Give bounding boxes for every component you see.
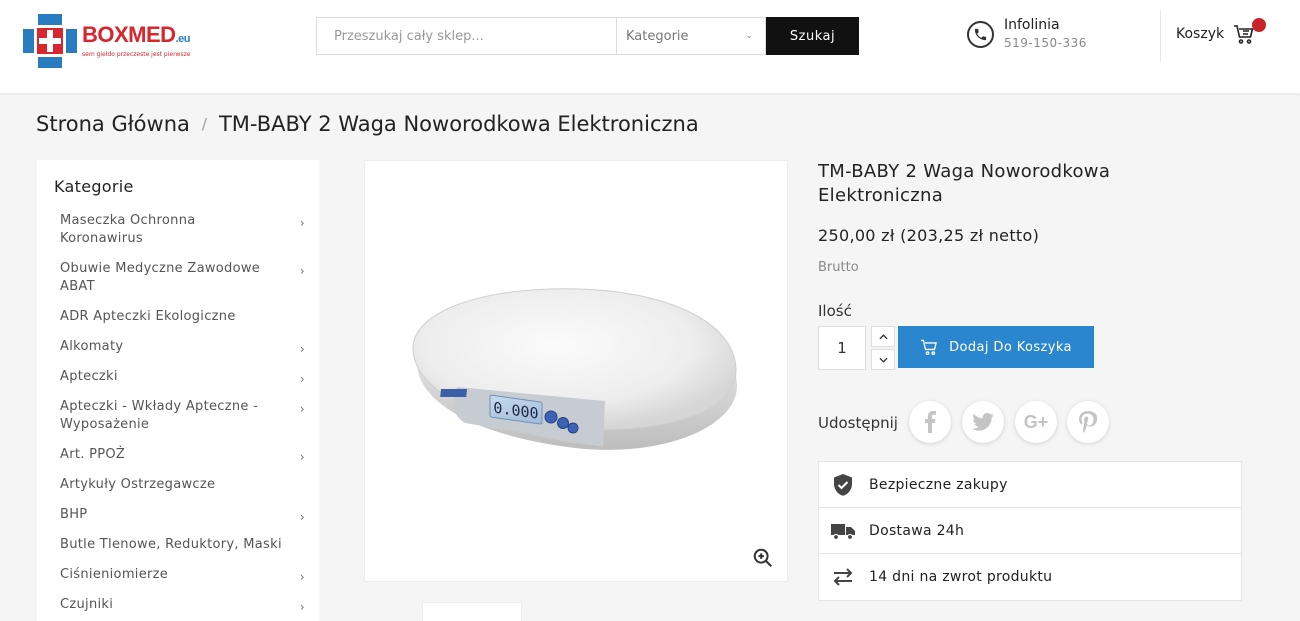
chevron-right-icon[interactable]: › xyxy=(300,568,305,586)
sidebar-item-ostrzegawcze[interactable]: Artykuły Ostrzegawcze xyxy=(60,476,305,494)
search-bar: Przeszukaj cały sklep... Kategorie ⌄ Szu… xyxy=(316,17,859,55)
benefit-label: Dostawa 24h xyxy=(869,522,965,539)
sidebar-item-label: Apteczki - Wkłady Apteczne - Wyposażenie xyxy=(60,399,259,432)
product-price: 250,00 zł (203,25 zł netto) xyxy=(818,226,1040,245)
baby-scale-illustration: 0.000 xyxy=(412,288,737,450)
search-button[interactable]: Szukaj xyxy=(766,17,859,55)
benefit-item: 14 dni na zwrot produktu xyxy=(819,554,1241,600)
sidebar-item-label: BHP xyxy=(60,507,88,522)
sidebar-item-label: Maseczka Ochronna Koronawirus xyxy=(60,213,196,246)
hotline: Infolinia 519-150-336 xyxy=(967,16,1087,52)
product-thumbnail[interactable] xyxy=(422,602,522,621)
cart-count-badge xyxy=(1252,18,1266,32)
phone-icon xyxy=(967,20,994,48)
cart-label: Koszyk xyxy=(1176,26,1225,42)
sidebar-item-alkomaty[interactable]: Alkomaty › xyxy=(60,338,305,356)
breadcrumb-home[interactable]: Strona Główna xyxy=(36,112,190,136)
chevron-right-icon[interactable]: › xyxy=(300,340,305,358)
breadcrumb-separator: / xyxy=(201,115,207,133)
zoom-icon[interactable] xyxy=(752,547,774,569)
chevron-right-icon[interactable]: › xyxy=(300,214,305,232)
sidebar-item-label: Art. PPOŻ xyxy=(60,447,126,462)
hotline-title: Infolinia xyxy=(1004,17,1060,33)
quantity-increment-button[interactable] xyxy=(871,326,895,347)
benefit-label: 14 dni na zwrot produktu xyxy=(869,569,1053,585)
sidebar-item-wklady[interactable]: Apteczki - Wkłady Apteczne - Wyposażenie… xyxy=(60,398,305,434)
medical-cross-icon xyxy=(23,13,77,68)
benefit-label: Bezpieczne zakupy xyxy=(869,476,1008,493)
chevron-right-icon[interactable]: › xyxy=(300,370,305,388)
sidebar-item-label: Apteczki xyxy=(60,369,118,384)
share-label: Udostępnij xyxy=(818,414,898,432)
chevron-right-icon[interactable]: › xyxy=(300,598,305,616)
search-input[interactable]: Przeszukaj cały sklep... xyxy=(316,17,616,55)
category-select-value: Kategorie xyxy=(626,28,689,44)
sidebar-item-ppoz[interactable]: Art. PPOŻ › xyxy=(60,446,305,464)
sidebar-title: Kategorie xyxy=(54,177,134,196)
product-image[interactable]: 0.000 xyxy=(364,160,788,582)
sidebar-item-label: Czujniki xyxy=(60,597,114,612)
sidebar-item-czujniki[interactable]: Czujniki › xyxy=(60,596,305,614)
quantity-decrement-button[interactable] xyxy=(871,349,895,370)
hotline-number[interactable]: 519-150-336 xyxy=(1004,34,1087,52)
site-logo[interactable]: BOXMED.eu sem giełdo przeczeste jest pie… xyxy=(23,13,223,68)
sidebar-item-label: Artykuły Ostrzegawcze xyxy=(60,477,216,492)
logo-wordmark: BOXMED.eu xyxy=(82,21,190,47)
sidebar-item-cisnieniomierze[interactable]: Ciśnieniomierze › xyxy=(60,566,305,584)
breadcrumb-current: TM-BABY 2 Waga Noworodkowa Elektroniczna xyxy=(218,112,699,136)
cart-button[interactable]: Koszyk xyxy=(1176,22,1256,46)
quantity-label: Ilość xyxy=(818,302,852,320)
sidebar-item-apteczki[interactable]: Apteczki › xyxy=(60,368,305,386)
sidebar-item-label: Butle Tlenowe, Reduktory, Maski xyxy=(60,537,282,552)
header-divider xyxy=(1160,10,1161,62)
category-select[interactable]: Kategorie ⌄ xyxy=(616,17,766,55)
benefit-item: Dostawa 24h xyxy=(819,508,1241,554)
cart-icon xyxy=(921,339,938,356)
sidebar-item-maseczka[interactable]: Maseczka Ochronna Koronawirus › xyxy=(60,212,305,248)
chevron-down-icon xyxy=(878,357,888,363)
facebook-icon[interactable] xyxy=(909,401,951,443)
exchange-arrows-icon xyxy=(831,565,855,589)
truck-icon xyxy=(831,519,855,543)
sidebar-item-label: Ciśnieniomierze xyxy=(60,567,169,582)
sidebar-item-label: ADR Apteczki Ekologiczne xyxy=(60,309,236,324)
google-plus-icon[interactable]: G+ xyxy=(1015,401,1057,443)
category-sidebar: Kategorie Maseczka Ochronna Koronawirus … xyxy=(37,160,319,621)
add-to-cart-button[interactable]: Dodaj Do Koszyka xyxy=(898,326,1094,368)
twitter-icon[interactable] xyxy=(962,401,1004,443)
chevron-right-icon[interactable]: › xyxy=(300,448,305,466)
add-to-cart-label: Dodaj Do Koszyka xyxy=(949,339,1072,355)
logo-tagline: sem giełdo przeczeste jest pierwsze xyxy=(82,50,191,58)
quantity-input[interactable]: 1 xyxy=(818,326,866,370)
price-note: Brutto xyxy=(818,260,859,275)
chevron-right-icon[interactable]: › xyxy=(300,262,305,280)
sidebar-item-bhp[interactable]: BHP › xyxy=(60,506,305,524)
sidebar-item-butle[interactable]: Butle Tlenowe, Reduktory, Maski xyxy=(60,536,305,554)
breadcrumb: Strona Główna / TM-BABY 2 Waga Noworodko… xyxy=(36,112,699,136)
sidebar-item-label: Obuwie Medyczne Zawodowe ABAT xyxy=(60,261,261,294)
sidebar-item-adr[interactable]: ADR Apteczki Ekologiczne xyxy=(60,308,305,326)
pinterest-icon[interactable] xyxy=(1067,401,1109,443)
shield-check-icon xyxy=(831,473,855,497)
chevron-up-icon xyxy=(878,333,888,339)
benefit-item: Bezpieczne zakupy xyxy=(819,462,1241,508)
sidebar-item-obuwie[interactable]: Obuwie Medyczne Zawodowe ABAT › xyxy=(60,260,305,296)
site-header: BOXMED.eu sem giełdo przeczeste jest pie… xyxy=(0,0,1300,93)
chevron-right-icon[interactable]: › xyxy=(300,400,305,418)
chevron-right-icon[interactable]: › xyxy=(300,508,305,526)
product-title: TM-BABY 2 Waga Noworodkowa Elektroniczna xyxy=(818,161,1111,206)
chevron-down-icon: ⌄ xyxy=(745,31,753,41)
sidebar-item-label: Alkomaty xyxy=(60,339,124,354)
benefits-list: Bezpieczne zakupy Dostawa 24h 14 dni na … xyxy=(818,461,1242,601)
